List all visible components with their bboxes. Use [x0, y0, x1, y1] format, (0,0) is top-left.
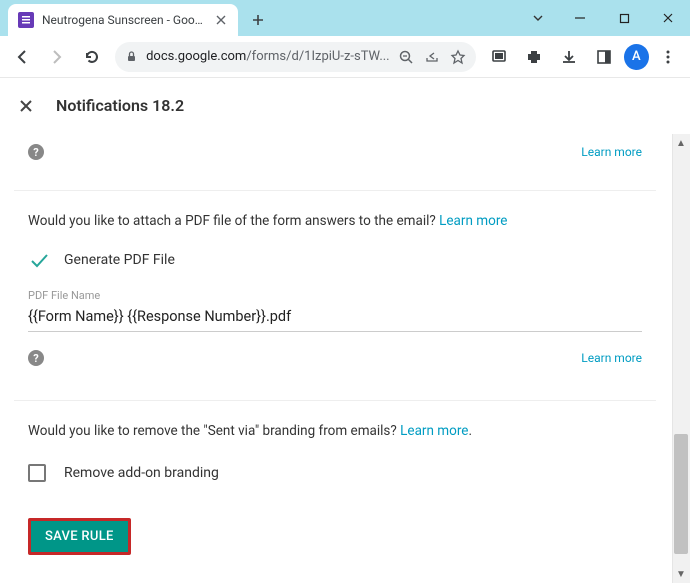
browser-tab[interactable]: Neutrogena Sunscreen - Google	[8, 4, 238, 36]
address-bar[interactable]: docs.google.com/forms/d/1IzpiU-z-sTW...	[115, 42, 476, 72]
dialog-content: ? Learn more Would you like to attach a …	[0, 134, 670, 583]
zoom-icon[interactable]	[398, 49, 414, 65]
scrollbar[interactable]: ▲ ▼	[672, 134, 690, 583]
pdf-filename-input[interactable]	[28, 302, 642, 332]
sidepanel-icon[interactable]	[589, 41, 620, 73]
branding-checkbox-label: Remove add-on branding	[64, 465, 219, 481]
tab-search-icon[interactable]	[518, 0, 558, 36]
menu-icon[interactable]	[653, 41, 684, 73]
window-controls	[518, 0, 690, 36]
pdf-learn-more-link[interactable]: Learn more	[439, 213, 507, 229]
scroll-down-icon[interactable]: ▼	[672, 565, 690, 583]
scroll-up-icon[interactable]: ▲	[672, 134, 690, 152]
close-dialog-icon[interactable]	[18, 98, 34, 114]
dialog-title: Notifications 18.2	[56, 96, 184, 115]
pdf-filename-label: PDF File Name	[28, 289, 642, 302]
window-titlebar: Neutrogena Sunscreen - Google	[0, 0, 690, 36]
help-icon[interactable]: ?	[28, 350, 44, 366]
cast-icon[interactable]	[484, 41, 515, 73]
close-window-icon[interactable]	[646, 0, 690, 36]
reload-button[interactable]	[76, 41, 107, 73]
minimize-icon[interactable]	[558, 0, 602, 36]
branding-section: Would you like to remove the "Sent via" …	[14, 400, 656, 493]
branding-question: Would you like to remove the "Sent via" …	[28, 421, 642, 441]
save-rule-button[interactable]: SAVE RULE	[28, 518, 131, 555]
url-text: docs.google.com/forms/d/1IzpiU-z-sTW...	[146, 49, 390, 64]
scroll-thumb[interactable]	[674, 434, 688, 554]
downloads-icon[interactable]	[554, 41, 585, 73]
tab-close-icon[interactable]	[214, 13, 228, 27]
branding-learn-more-link[interactable]: Learn more	[400, 423, 468, 439]
maximize-icon[interactable]	[602, 0, 646, 36]
help-icon[interactable]: ?	[28, 144, 44, 160]
profile-avatar[interactable]: A	[624, 44, 649, 70]
extensions-icon[interactable]	[519, 41, 550, 73]
browser-toolbar: docs.google.com/forms/d/1IzpiU-z-sTW... …	[0, 36, 690, 78]
tab-title: Neutrogena Sunscreen - Google	[42, 13, 206, 27]
check-icon[interactable]	[28, 249, 50, 271]
back-button[interactable]	[6, 41, 37, 73]
forward-button[interactable]	[41, 41, 72, 73]
forms-favicon	[18, 12, 34, 28]
learn-more-link[interactable]: Learn more	[581, 351, 642, 365]
pdf-section: Would you like to attach a PDF file of t…	[14, 190, 656, 340]
bookmark-icon[interactable]	[450, 49, 466, 65]
lock-icon	[125, 50, 138, 63]
dialog-header: Notifications 18.2	[0, 78, 690, 134]
new-tab-button[interactable]	[244, 6, 272, 34]
share-icon[interactable]	[424, 49, 440, 65]
generate-pdf-label: Generate PDF File	[64, 252, 175, 268]
branding-checkbox[interactable]	[28, 464, 46, 482]
learn-more-link[interactable]: Learn more	[581, 145, 642, 159]
pdf-question: Would you like to attach a PDF file of t…	[28, 211, 642, 231]
